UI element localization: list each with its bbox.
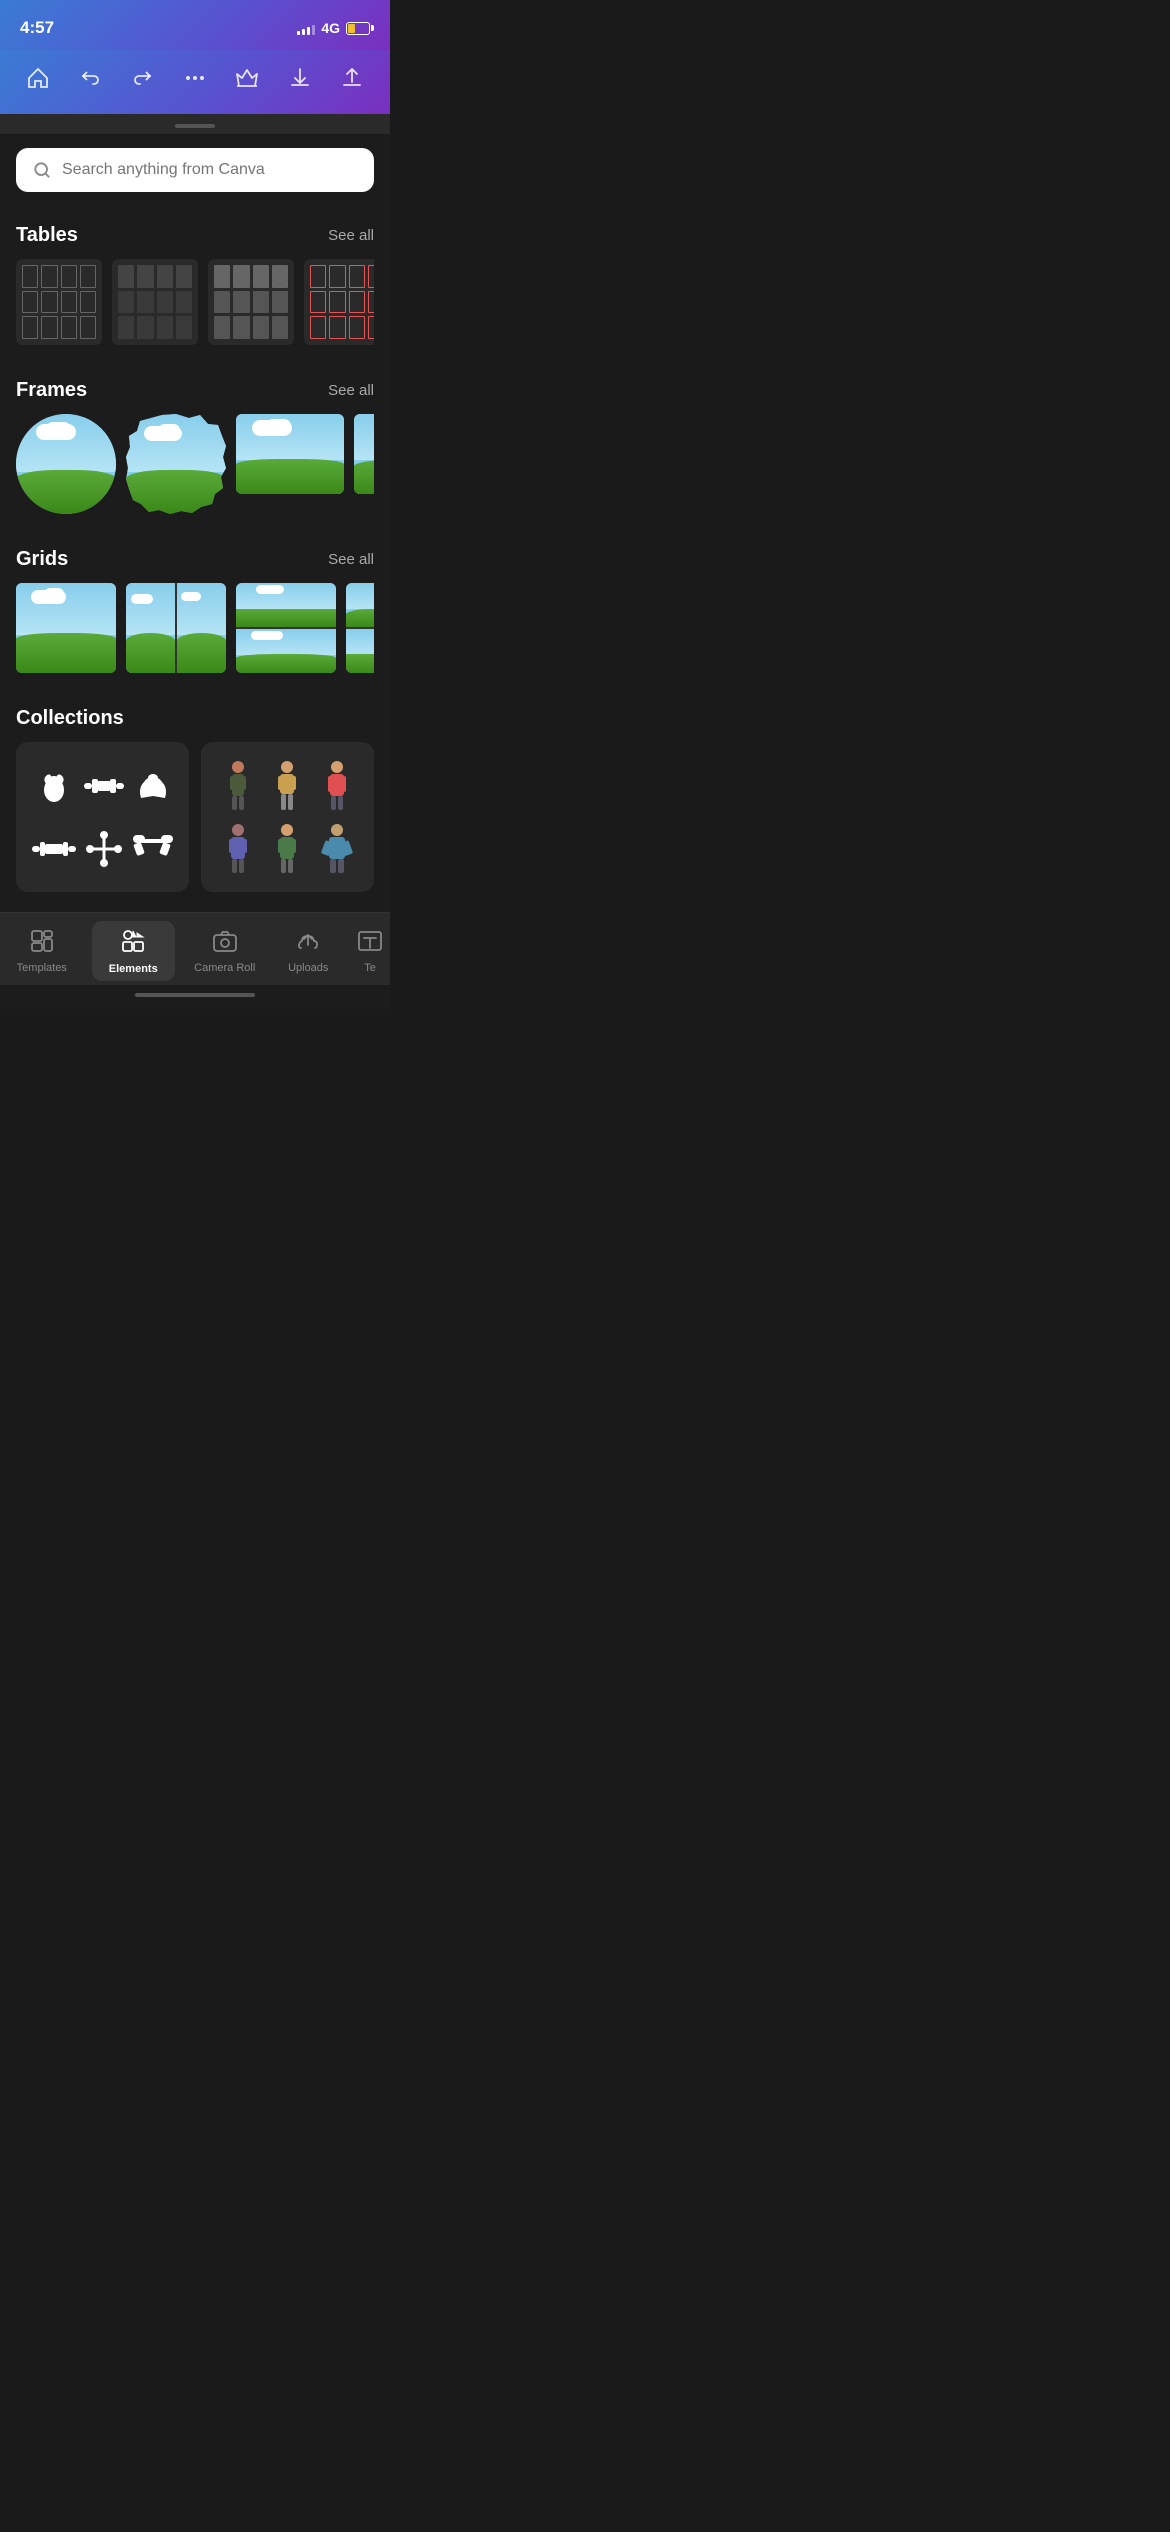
main-content: Tables See all (0, 206, 390, 912)
status-icons: 4G (297, 20, 370, 36)
collections-section-header: Collections (16, 689, 374, 742)
camera-roll-icon (212, 928, 238, 958)
collection-item (217, 821, 259, 876)
nav-item-camera-roll[interactable]: Camera Roll (183, 922, 267, 980)
battery-icon (346, 22, 370, 35)
bottom-sheet (0, 114, 390, 134)
nav-item-uploads[interactable]: Uploads (267, 922, 351, 980)
grids-row (16, 583, 374, 689)
bottom-nav: Templates Elements Camera Roll (0, 912, 390, 985)
table-item[interactable] (208, 259, 294, 345)
collection-item (217, 758, 259, 813)
frames-title: Frames (16, 379, 87, 402)
status-time: 4:57 (20, 18, 54, 38)
collection-item (267, 821, 309, 876)
collections-title: Collections (16, 707, 124, 730)
search-input[interactable] (62, 161, 358, 179)
te-icon (357, 928, 383, 958)
redo-button[interactable] (125, 60, 161, 96)
frame-item-landscape2[interactable] (354, 414, 374, 514)
tables-row (16, 259, 374, 361)
frames-row (16, 414, 374, 530)
network-label: 4G (321, 20, 340, 36)
uploads-icon (295, 928, 321, 958)
frame-item-wavy[interactable] (126, 414, 226, 514)
home-indicator (0, 985, 390, 1009)
nav-item-elements[interactable]: Elements (92, 921, 176, 981)
table-item[interactable] (112, 259, 198, 345)
collection-item (133, 758, 174, 813)
share-button[interactable] (334, 60, 370, 96)
grid-item-single[interactable] (16, 583, 116, 673)
search-container (0, 134, 390, 206)
collection-item (84, 758, 125, 813)
nav-label-templates: Templates (17, 962, 67, 974)
toolbar (0, 50, 390, 114)
collections-row (16, 742, 374, 892)
grids-title: Grids (16, 548, 68, 571)
frame-item-circle[interactable] (16, 414, 116, 514)
search-icon (32, 160, 52, 180)
home-bar (135, 993, 255, 997)
tables-title: Tables (16, 224, 78, 247)
collections-section: Collections (16, 689, 374, 912)
grids-section-header: Grids See all (16, 530, 374, 583)
collection-item (32, 758, 76, 813)
table-item[interactable] (304, 259, 374, 345)
collection-card-people[interactable] (201, 742, 374, 892)
drag-handle[interactable] (175, 124, 215, 128)
grid-item-two-col[interactable] (126, 583, 226, 673)
nav-label-uploads: Uploads (288, 962, 328, 974)
crown-button[interactable] (229, 60, 265, 96)
grid-item-four[interactable] (346, 583, 374, 673)
frame-item-landscape1[interactable] (236, 414, 344, 514)
collection-item (316, 821, 358, 876)
home-button[interactable] (20, 60, 56, 96)
nav-label-te: Te (364, 962, 376, 974)
collection-item (84, 821, 125, 876)
collection-item (133, 821, 174, 876)
nav-label-camera-roll: Camera Roll (194, 962, 255, 974)
nav-item-te[interactable]: Te (350, 922, 390, 980)
download-button[interactable] (282, 60, 318, 96)
collection-item (316, 758, 358, 813)
collection-item (267, 758, 309, 813)
collection-item (32, 821, 76, 876)
search-bar[interactable] (16, 148, 374, 192)
table-item[interactable] (16, 259, 102, 345)
grid-item-two-row[interactable] (236, 583, 336, 673)
collection-card-fitness[interactable] (16, 742, 189, 892)
status-bar: 4:57 4G (0, 0, 390, 50)
nav-item-templates[interactable]: Templates (0, 922, 84, 980)
grids-see-all[interactable]: See all (328, 551, 374, 568)
tables-see-all[interactable]: See all (328, 227, 374, 244)
undo-button[interactable] (72, 60, 108, 96)
signal-icon (297, 21, 315, 35)
frames-section-header: Frames See all (16, 361, 374, 414)
tables-section-header: Tables See all (16, 206, 374, 259)
nav-label-elements: Elements (109, 963, 158, 975)
frames-see-all[interactable]: See all (328, 382, 374, 399)
templates-icon (29, 928, 55, 958)
more-button[interactable] (177, 60, 213, 96)
elements-icon (119, 927, 147, 959)
